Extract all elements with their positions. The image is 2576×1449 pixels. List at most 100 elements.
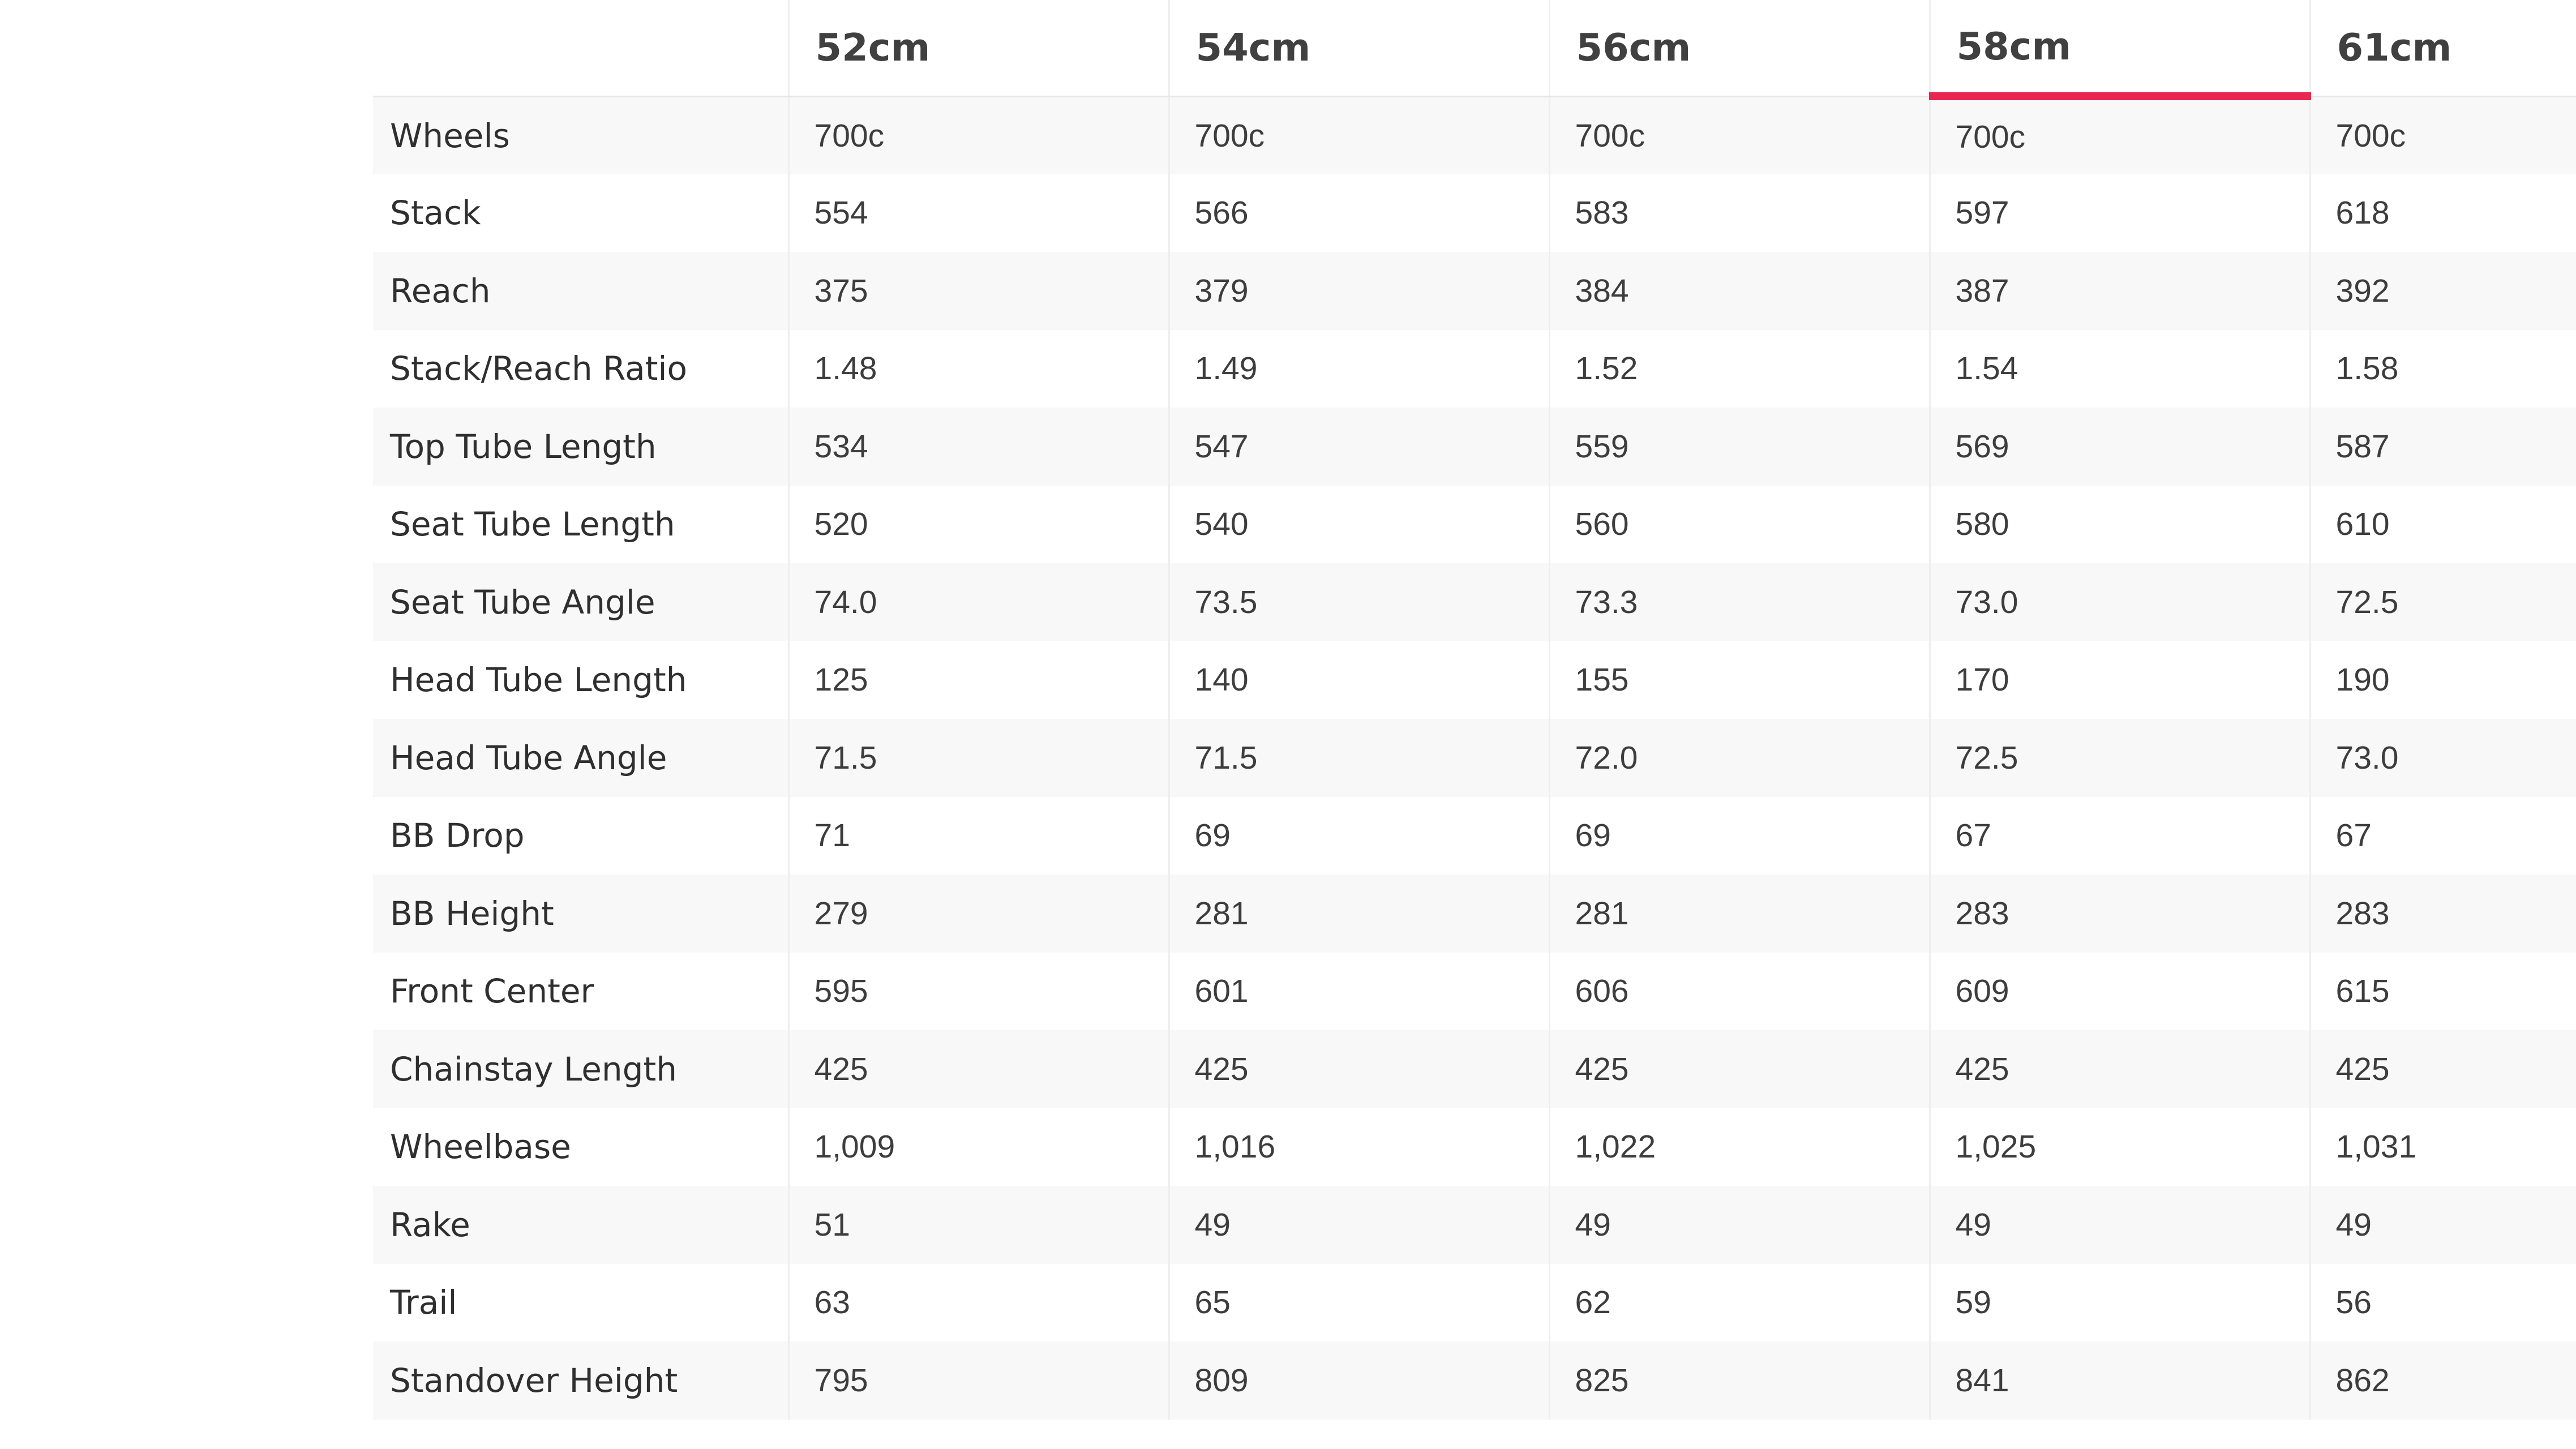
row-label: Seat Tube Length [373,485,788,563]
table-cell: 560 [1548,485,1930,563]
table-cell: 72.0 [1548,719,1930,797]
table-row: Standover Height 795 809 825 841 862 [373,1341,2576,1420]
table-cell: 73.5 [1168,563,1549,641]
table-cell: 49 [1548,1186,1930,1264]
row-label: Top Tube Length [373,408,788,486]
table-cell: 73.3 [1548,563,1930,641]
row-label: Chainstay Length [373,1030,788,1108]
row-label: Standover Height [373,1341,788,1420]
table-cell: 862 [2309,1341,2576,1420]
table-row: Stack 554 566 583 597 618 [373,174,2576,252]
column-header-58cm-selected[interactable]: 58cm [1928,0,2310,100]
table-cell: 375 [787,252,1169,330]
row-label: Seat Tube Angle [373,563,788,641]
table-cell: 125 [787,641,1169,719]
table-cell: 425 [1168,1030,1549,1108]
row-label: Stack [373,174,788,252]
table-cell: 283 [2309,874,2576,953]
table-cell: 49 [1168,1186,1549,1264]
table-cell: 520 [787,485,1169,563]
table-cell: 795 [787,1341,1169,1420]
table-cell: 425 [2309,1030,2576,1108]
table-cell: 700c [787,96,1169,174]
table-cell: 74.0 [787,563,1169,641]
table-cell: 67 [2309,796,2576,874]
table-cell: 56 [2309,1263,2576,1341]
table-cell: 63 [787,1263,1169,1341]
table-cell: 606 [1548,952,1930,1030]
table-cell: 51 [787,1186,1169,1264]
table-cell: 71.5 [787,719,1169,797]
table-cell: 72.5 [2309,563,2576,641]
table-row: Seat Tube Angle 74.0 73.5 73.3 73.0 72.5 [373,563,2576,641]
table-cell: 69 [1548,796,1930,874]
column-header-54cm[interactable]: 54cm [1168,0,1549,97]
table-cell: 69 [1168,796,1549,874]
table-row: Chainstay Length 425 425 425 425 425 [373,1030,2576,1108]
table-cell: 1.48 [787,329,1169,408]
row-label: Wheels [373,96,788,174]
table-cell: 534 [787,408,1169,486]
row-label: BB Drop [373,796,788,874]
table-cell: 73.0 [2309,719,2576,797]
table-row: Head Tube Angle 71.5 71.5 72.0 72.5 73.0 [373,719,2576,797]
table-cell: 67 [1928,796,2310,874]
table-cell: 597 [1928,174,2310,252]
table-cell: 615 [2309,952,2576,1030]
row-label: Head Tube Angle [373,719,788,797]
table-cell: 1.49 [1168,329,1549,408]
table-row: BB Drop 71 69 69 67 67 [373,796,2576,874]
table-cell: 540 [1168,485,1549,563]
table-cell: 580 [1928,485,2310,563]
table-cell: 1.58 [2309,329,2576,408]
table-cell: 62 [1548,1263,1930,1341]
table-header: 52cm 54cm 56cm 58cm 61cm [373,0,2576,100]
table-cell: 569 [1928,408,2310,486]
table-cell: 59 [1928,1263,2310,1341]
table-cell: 1,022 [1548,1108,1930,1186]
table-cell: 155 [1548,641,1930,719]
table-cell: 49 [2309,1186,2576,1264]
table-cell: 392 [2309,252,2576,330]
table-cell: 609 [1928,952,2310,1030]
table-cell: 65 [1168,1263,1549,1341]
table-row: Rake 51 49 49 49 49 [373,1186,2576,1264]
table-cell: 559 [1548,408,1930,486]
table-cell: 425 [787,1030,1169,1108]
table-cell: 1.52 [1548,329,1930,408]
table-row: Trail 63 65 62 59 56 [373,1263,2576,1341]
table-row: BB Height 279 281 281 283 283 [373,874,2576,953]
row-label: Wheelbase [373,1108,788,1186]
table-row: Stack/Reach Ratio 1.48 1.49 1.52 1.54 1.58 [373,329,2576,408]
column-header-61cm[interactable]: 61cm [2309,0,2576,97]
table-cell: 1,009 [787,1108,1169,1186]
row-label: Front Center [373,952,788,1030]
table-cell: 387 [1928,252,2310,330]
table-cell: 583 [1548,174,1930,252]
row-label: Head Tube Length [373,641,788,719]
row-label: BB Height [373,874,788,953]
table-row: Wheelbase 1,009 1,016 1,022 1,025 1,031 [373,1108,2576,1186]
table-cell: 554 [787,174,1169,252]
table-row: Front Center 595 601 606 609 615 [373,952,2576,1030]
table-cell: 1,025 [1928,1108,2310,1186]
table-row: Reach 375 379 384 387 392 [373,252,2576,330]
table-cell: 1,031 [2309,1108,2576,1186]
header-corner [373,0,788,97]
table-cell: 610 [2309,485,2576,563]
table-cell: 566 [1168,174,1549,252]
row-label: Rake [373,1186,788,1264]
column-header-56cm[interactable]: 56cm [1548,0,1930,97]
table-cell: 587 [2309,408,2576,486]
table-cell: 700c [1168,96,1549,174]
table-cell: 595 [787,952,1169,1030]
table-row: Wheels 700c 700c 700c 700c 700c [373,96,2576,174]
table-cell: 170 [1928,641,2310,719]
table-cell: 73.0 [1928,563,2310,641]
table-cell: 547 [1168,408,1549,486]
table-cell: 825 [1548,1341,1930,1420]
table-cell: 1.54 [1928,329,2310,408]
column-header-52cm[interactable]: 52cm [787,0,1169,97]
table-cell: 283 [1928,874,2310,953]
header-row: 52cm 54cm 56cm 58cm 61cm [373,0,2576,100]
